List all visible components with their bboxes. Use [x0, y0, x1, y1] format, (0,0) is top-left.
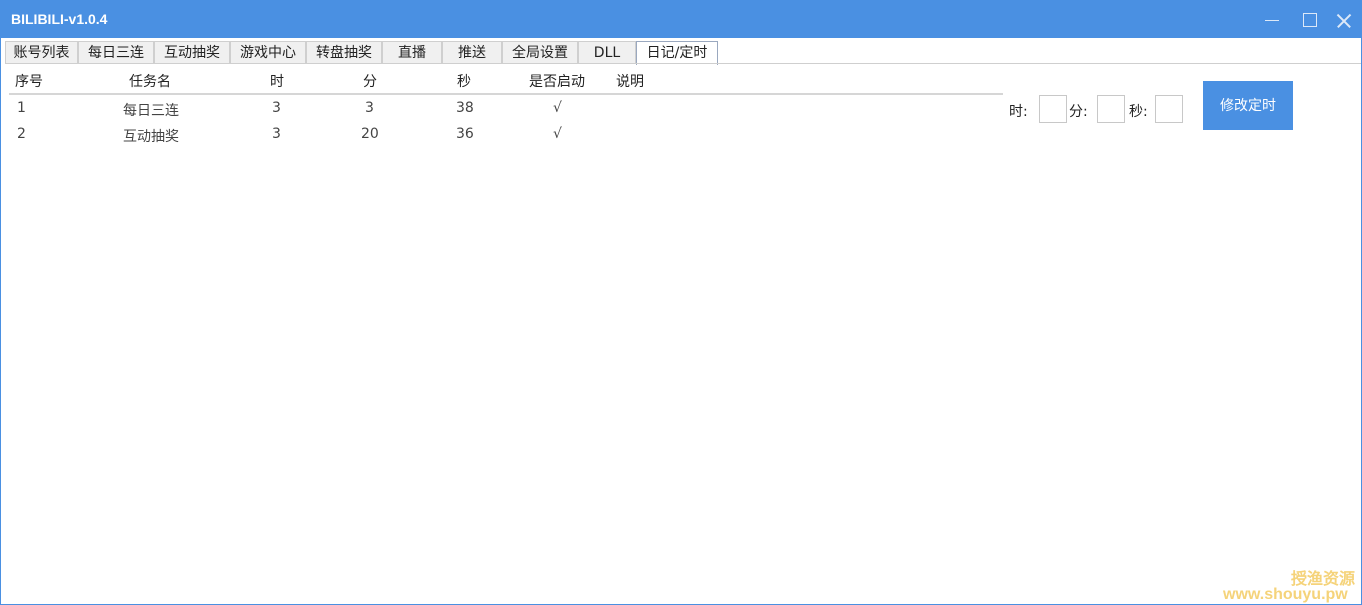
close-button[interactable]	[1325, 1, 1362, 38]
maximize-button[interactable]	[1291, 1, 1329, 38]
column-header-note[interactable]: 说明	[616, 71, 644, 91]
tab-interactive-lottery[interactable]: 互动抽奖	[154, 41, 230, 63]
column-header-index[interactable]: 序号	[15, 71, 43, 91]
cell-hour: 3	[272, 100, 281, 116]
maximize-icon	[1303, 13, 1317, 27]
cell-enabled: √	[553, 100, 562, 116]
cell-minute: 20	[361, 126, 379, 142]
hour-input[interactable]	[1039, 95, 1067, 123]
cell-minute: 3	[365, 100, 374, 116]
title-bar[interactable]: BILIBILI-v1.0.4	[1, 1, 1361, 38]
minute-input[interactable]	[1097, 95, 1125, 123]
tab-diary-timer[interactable]: 日记/定时	[636, 41, 718, 65]
tab-global-settings[interactable]: 全局设置	[502, 41, 578, 63]
cell-enabled: √	[553, 126, 562, 142]
tab-game-center[interactable]: 游戏中心	[230, 41, 306, 63]
tab-panel-border	[5, 63, 1361, 64]
second-input[interactable]	[1155, 95, 1183, 123]
minimize-button[interactable]	[1253, 1, 1291, 38]
column-header-hour[interactable]: 时	[270, 71, 284, 91]
second-label: 秒:	[1129, 104, 1148, 120]
tab-live[interactable]: 直播	[382, 41, 442, 63]
column-header-minute[interactable]: 分	[363, 71, 377, 91]
cell-task: 互动抽奖	[123, 129, 179, 145]
cell-second: 36	[456, 126, 474, 142]
watermark-url: www.shouyu.pw	[1223, 586, 1348, 603]
cell-hour: 3	[272, 126, 281, 142]
app-window: BILIBILI-v1.0.4 账号列表 每日三连 互动抽奖 游戏中心 转盘抽奖…	[0, 0, 1362, 605]
hour-label: 时:	[1009, 104, 1028, 120]
header-divider	[9, 93, 1003, 95]
cell-index: 2	[17, 126, 26, 142]
tab-wheel-lottery[interactable]: 转盘抽奖	[306, 41, 382, 63]
minute-label: 分:	[1069, 104, 1088, 120]
tab-account-list[interactable]: 账号列表	[5, 41, 78, 63]
window-title: BILIBILI-v1.0.4	[11, 11, 108, 27]
cell-task: 每日三连	[123, 103, 179, 119]
modify-timer-button[interactable]: 修改定时	[1203, 81, 1293, 130]
cell-index: 1	[17, 100, 26, 116]
column-header-enabled[interactable]: 是否启动	[529, 71, 585, 91]
tab-dll[interactable]: DLL	[578, 41, 636, 63]
column-header-task[interactable]: 任务名	[129, 71, 171, 91]
cell-second: 38	[456, 100, 474, 116]
tab-daily-triple[interactable]: 每日三连	[78, 41, 154, 63]
tab-push[interactable]: 推送	[442, 41, 502, 63]
column-header-second[interactable]: 秒	[457, 71, 471, 91]
minimize-icon	[1265, 20, 1279, 21]
